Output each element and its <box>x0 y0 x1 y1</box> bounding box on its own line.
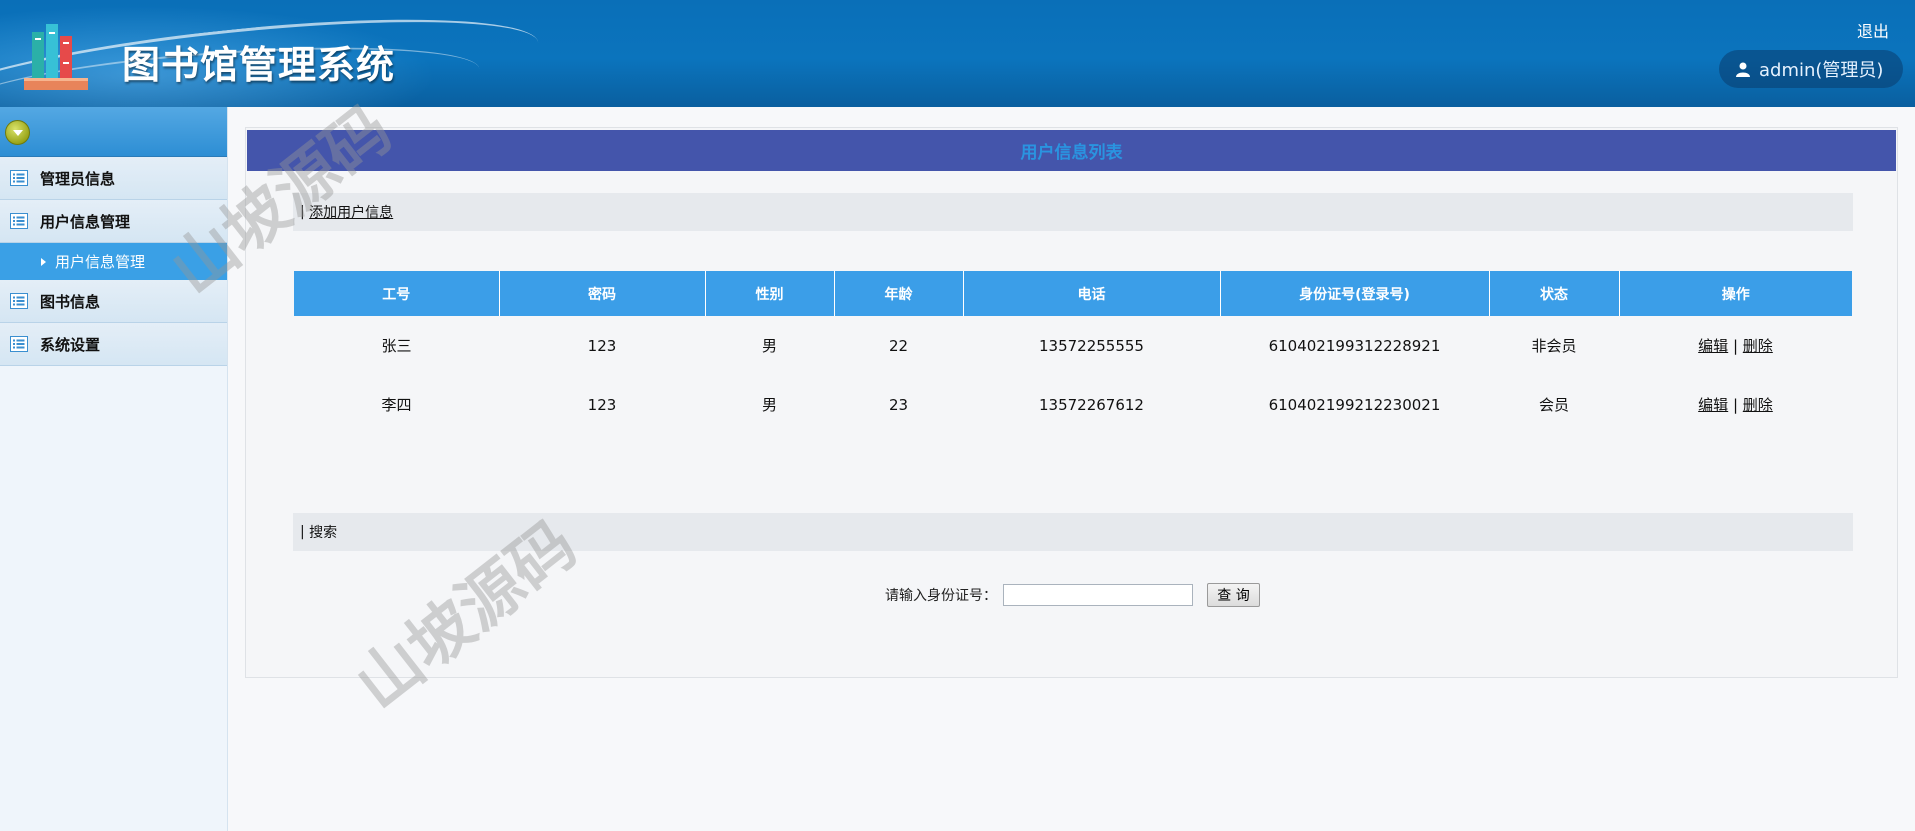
collapse-toggle-icon[interactable] <box>5 120 30 145</box>
column-header: 状态 <box>1489 271 1620 316</box>
bar-separator: | <box>300 524 310 540</box>
caret-right-icon <box>41 257 46 266</box>
column-header: 身份证号(登录号) <box>1220 271 1490 316</box>
sidebar-item-label: 管理员信息 <box>40 169 116 188</box>
table-cell: 23 <box>888 395 909 414</box>
app-header: 图书馆管理系统 退出 admin(管理员) <box>0 0 1915 107</box>
table-cell: 李四 <box>381 396 412 414</box>
logout-link[interactable]: 退出 <box>1857 18 1889 42</box>
table-cell: 张三 <box>381 337 412 355</box>
sidebar-subitem-label: 用户信息管理 <box>55 253 146 271</box>
table-cell: 会员 <box>1538 396 1569 414</box>
search-form: 请输入身份证号： 查 询 <box>246 583 1899 607</box>
delete-link[interactable]: 删除 <box>1743 396 1773 414</box>
sidebar-subitem-user-management[interactable]: 用户信息管理 <box>0 243 227 280</box>
action-separator: | <box>1732 396 1743 414</box>
content-panel: 用户信息列表 | 添加用户信息 工号 密码 性别 年龄 电话 身份证号(登录号)… <box>245 127 1898 678</box>
table-cell: 610402199212230021 <box>1268 395 1441 414</box>
id-number-search-input[interactable] <box>1003 584 1193 606</box>
table-cell: 13572267612 <box>1039 395 1144 414</box>
actions-cell: 编辑 | 删除 <box>1619 375 1852 434</box>
column-header: 性别 <box>705 271 835 316</box>
column-header: 年龄 <box>834 271 964 316</box>
sidebar-item-label: 图书信息 <box>40 292 101 311</box>
sidebar-header <box>0 107 227 157</box>
user-table: 工号 密码 性别 年龄 电话 身份证号(登录号) 状态 操作 张三 123 男 … <box>294 271 1852 434</box>
toolbar-bar: | 添加用户信息 <box>293 193 1853 231</box>
table-cell: 男 <box>761 337 777 355</box>
sidebar-item-user-management[interactable]: 用户信息管理 <box>0 200 227 243</box>
list-icon <box>10 293 28 309</box>
table-cell: 123 <box>587 336 617 355</box>
sidebar-item-book-info[interactable]: 图书信息 <box>0 280 227 323</box>
table-cell: 610402199312228921 <box>1268 336 1441 355</box>
table-cell: 13572255555 <box>1039 336 1144 355</box>
column-header: 操作 <box>1619 271 1852 316</box>
sidebar-item-label: 用户信息管理 <box>40 212 131 231</box>
table-cell: 123 <box>587 395 617 414</box>
action-separator: | <box>1732 337 1743 355</box>
column-header: 密码 <box>499 271 706 316</box>
list-icon <box>10 170 28 186</box>
search-bar-label: 搜索 <box>309 525 338 541</box>
search-bar: | 搜索 <box>293 513 1853 551</box>
table-cell: 22 <box>888 336 909 355</box>
sidebar: 管理员信息 用户信息管理 用户信息管理 图书信息 系统设置 <box>0 107 228 831</box>
edit-link[interactable]: 编辑 <box>1698 337 1728 355</box>
panel-title: 用户信息列表 <box>247 130 1896 171</box>
bar-separator: | <box>300 204 310 220</box>
user-icon <box>1736 62 1750 77</box>
column-header: 工号 <box>294 271 500 316</box>
add-user-link[interactable]: 添加用户信息 <box>309 202 393 222</box>
books-logo-icon <box>24 24 88 90</box>
sidebar-item-system-settings[interactable]: 系统设置 <box>0 323 227 366</box>
delete-link[interactable]: 删除 <box>1743 337 1773 355</box>
list-icon <box>10 336 28 352</box>
search-button[interactable]: 查 询 <box>1207 583 1260 607</box>
column-header: 电话 <box>963 271 1221 316</box>
list-icon <box>10 213 28 229</box>
table-cell: 男 <box>761 396 777 414</box>
table-cell: 非会员 <box>1531 337 1577 355</box>
table-row: 张三 123 男 22 13572255555 6104021993122289… <box>294 316 1852 375</box>
search-field-label: 请输入身份证号： <box>885 588 997 604</box>
user-badge[interactable]: admin(管理员) <box>1719 50 1903 88</box>
site-title: 图书馆管理系统 <box>122 43 396 87</box>
sidebar-item-admin-info[interactable]: 管理员信息 <box>0 157 227 200</box>
table-header-row: 工号 密码 性别 年龄 电话 身份证号(登录号) 状态 操作 <box>294 271 1852 316</box>
table-row: 李四 123 男 23 13572267612 6104021992122300… <box>294 375 1852 434</box>
edit-link[interactable]: 编辑 <box>1698 396 1728 414</box>
sidebar-item-label: 系统设置 <box>40 335 101 354</box>
user-name: admin(管理员) <box>1759 60 1884 81</box>
actions-cell: 编辑 | 删除 <box>1619 316 1852 375</box>
